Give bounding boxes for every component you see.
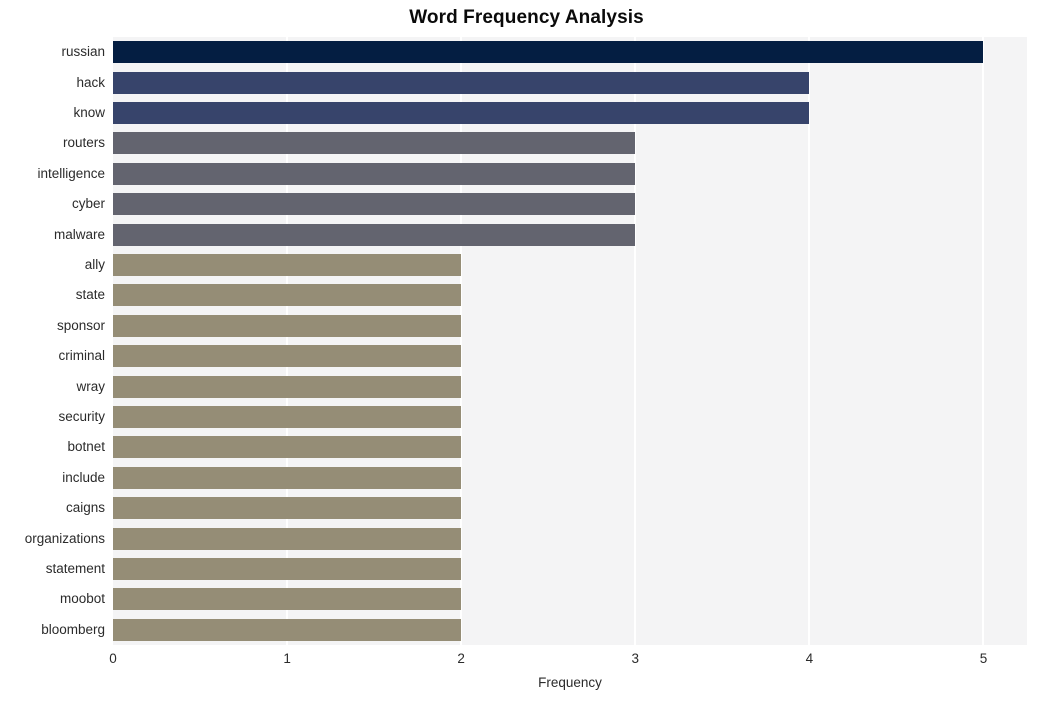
bar[interactable]	[113, 558, 462, 580]
bar[interactable]	[113, 466, 462, 489]
bar[interactable]	[113, 193, 636, 216]
x-axis-tick-label: 5	[979, 651, 988, 666]
bar[interactable]	[113, 436, 462, 459]
bar[interactable]	[113, 254, 462, 276]
x-axis-tick-label: 0	[109, 651, 117, 666]
y-axis-tick-label: statement	[45, 561, 105, 576]
y-axis-tick-label: intelligence	[37, 165, 105, 181]
y-axis-tick-labels: russian hack know routers intelligence cyber m…	[0, 37, 105, 645]
bar[interactable]	[113, 588, 462, 611]
y-axis-tick-label: wray	[76, 378, 105, 394]
x-axis-tick-label: 4	[805, 651, 814, 666]
bar[interactable]	[113, 406, 462, 428]
bar[interactable]	[113, 314, 462, 337]
y-axis-tick-label: hack	[76, 74, 105, 90]
y-axis-tick-label: bloomberg	[41, 621, 105, 637]
chart-title: Word Frequency Analysis	[409, 7, 644, 28]
y-axis-tick-label: include	[62, 469, 105, 485]
y-axis-tick-label: state	[75, 287, 105, 303]
bar[interactable]	[113, 497, 462, 520]
y-axis-tick-label: moobot	[59, 591, 105, 607]
y-axis-tick-label: botnet	[67, 439, 105, 455]
x-axis-tick-labels: 0 1 2 3 4 5	[0, 650, 1053, 672]
x-axis-tick-label: 2	[457, 651, 465, 666]
bar[interactable]	[113, 41, 984, 64]
y-axis-tick-label: know	[73, 105, 105, 120]
y-axis-tick-label: security	[58, 409, 105, 424]
y-axis-tick-label: sponsor	[56, 317, 105, 333]
y-axis-tick-label: russian	[61, 44, 105, 60]
bar[interactable]	[113, 345, 462, 368]
bar[interactable]	[113, 162, 636, 185]
y-axis-tick-label: ally	[84, 257, 105, 272]
x-axis-title: Frequency	[538, 675, 602, 690]
bar[interactable]	[113, 618, 462, 641]
bar-series	[113, 37, 1027, 645]
y-axis-tick-label: cyber	[71, 196, 105, 212]
bar[interactable]	[113, 375, 462, 398]
y-axis-tick-label: caigns	[65, 500, 105, 516]
bar[interactable]	[113, 284, 462, 307]
x-axis-tick-label: 1	[283, 651, 291, 666]
bar[interactable]	[113, 71, 810, 94]
bar[interactable]	[113, 102, 810, 124]
y-axis-tick-label: criminal	[58, 348, 105, 364]
bar[interactable]	[113, 223, 636, 246]
word-frequency-chart: Word Frequency Analysis russian hack know r…	[0, 0, 1053, 701]
bar[interactable]	[113, 132, 636, 155]
y-axis-tick-label: routers	[62, 135, 105, 151]
bar[interactable]	[113, 527, 462, 550]
y-axis-tick-label: organizations	[24, 530, 105, 546]
x-axis-tick-label: 3	[631, 651, 640, 666]
y-axis-tick-label: malware	[53, 226, 105, 242]
plot-area	[113, 37, 1027, 645]
